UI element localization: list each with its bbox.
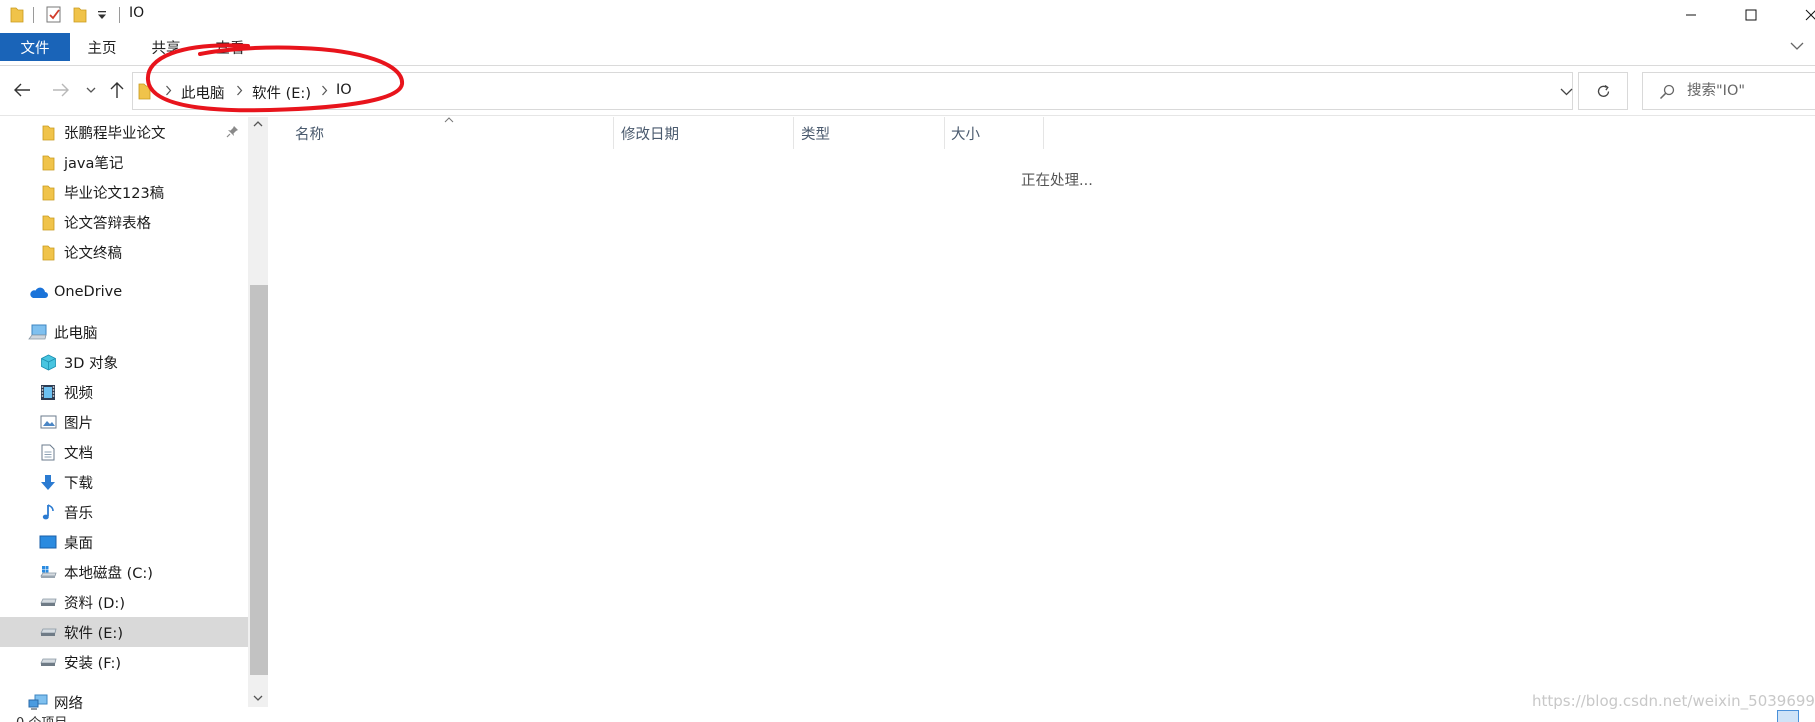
nav-item-quick-access-1[interactable]: java笔记 <box>0 147 248 177</box>
title-bar: IO <box>0 0 1815 30</box>
nav-item-desktop[interactable]: 桌面 <box>0 527 248 557</box>
folder-icon <box>10 6 24 23</box>
desktop-icon <box>38 532 58 552</box>
video-icon <box>38 382 58 402</box>
nav-item-onedrive[interactable]: OneDrive <box>0 277 248 307</box>
music-note-icon <box>38 502 58 522</box>
nav-item-label: 图片 <box>64 415 93 432</box>
nav-item-label: 安装 (F:) <box>64 655 122 672</box>
drive-icon <box>38 622 58 642</box>
cloud-icon <box>28 282 48 302</box>
column-divider[interactable] <box>1043 117 1044 149</box>
forward-arrow-icon[interactable] <box>50 79 72 101</box>
column-divider[interactable] <box>613 117 614 149</box>
recent-locations-icon[interactable] <box>80 79 102 101</box>
folder-icon <box>38 242 58 262</box>
expand-ribbon-icon[interactable] <box>1790 41 1804 51</box>
nav-item-label: OneDrive <box>54 284 123 300</box>
nav-item-label: 论文答辩表格 <box>64 215 151 232</box>
windows-drive-icon <box>38 562 58 582</box>
column-header-name[interactable]: 名称 <box>295 117 324 149</box>
column-divider[interactable] <box>793 117 794 149</box>
title-separator <box>33 7 34 23</box>
picture-icon <box>38 412 58 432</box>
close-button[interactable] <box>1783 0 1815 30</box>
nav-item-label: 此电脑 <box>54 325 98 342</box>
nav-item-3d-objects[interactable]: 3D 对象 <box>0 347 248 377</box>
nav-item-pictures[interactable]: 图片 <box>0 407 248 437</box>
nav-item-quick-access-4[interactable]: 论文终稿 <box>0 237 248 267</box>
details-view-button[interactable] <box>1777 710 1799 722</box>
column-header-type[interactable]: 类型 <box>801 117 830 149</box>
network-icon <box>28 692 48 712</box>
nav-item-label: 张鹏程毕业论文 <box>64 125 166 142</box>
nav-item-drive-d[interactable]: 资料 (D:) <box>0 587 248 617</box>
drive-icon <box>38 652 58 672</box>
nav-item-this-pc[interactable]: 此电脑 <box>0 317 248 347</box>
watermark: https://blog.csdn.net/weixin_50396997 <box>1532 692 1815 710</box>
search-icon <box>1659 84 1675 100</box>
nav-item-drive-e[interactable]: 软件 (E:) <box>0 617 248 647</box>
maximize-button[interactable] <box>1723 0 1779 30</box>
title-separator <box>119 7 120 23</box>
nav-item-label: 3D 对象 <box>64 355 118 372</box>
red-annotation-circle <box>145 43 404 113</box>
drive-icon <box>38 592 58 612</box>
properties-icon[interactable] <box>46 6 62 23</box>
column-divider[interactable] <box>944 117 945 149</box>
search-input[interactable] <box>1687 73 1815 109</box>
nav-item-label: java笔记 <box>64 155 124 172</box>
search-box[interactable] <box>1642 72 1815 110</box>
nav-item-label: 文档 <box>64 445 93 462</box>
nav-item-label: 视频 <box>64 385 93 402</box>
nav-item-quick-access-0[interactable]: 张鹏程毕业论文 <box>0 117 248 147</box>
nav-item-label: 资料 (D:) <box>64 595 125 612</box>
nav-item-videos[interactable]: 视频 <box>0 377 248 407</box>
minimize-button[interactable] <box>1663 0 1719 30</box>
status-item-count: 0 个项目 <box>16 712 67 722</box>
file-list: 名称 修改日期 类型 大小 正在处理... <box>270 117 1815 722</box>
nav-item-label: 软件 (E:) <box>64 625 123 642</box>
nav-item-quick-access-2[interactable]: 毕业论文123稿 <box>0 177 248 207</box>
folder-icon <box>38 182 58 202</box>
nav-item-label: 下载 <box>64 475 93 492</box>
nav-item-label: 网络 <box>54 695 83 712</box>
sort-ascending-icon <box>444 117 454 123</box>
address-history-chevron-icon[interactable] <box>1560 87 1573 96</box>
nav-scroll-thumb[interactable] <box>250 285 268 675</box>
nav-item-label: 桌面 <box>64 535 93 552</box>
tab-file[interactable]: 文件 <box>0 33 70 61</box>
back-arrow-icon[interactable] <box>11 79 33 101</box>
window-title: IO <box>129 5 145 21</box>
nav-item-drive-f[interactable]: 安装 (F:) <box>0 647 248 677</box>
nav-item-documents[interactable]: 文档 <box>0 437 248 467</box>
scroll-down-icon[interactable] <box>253 695 263 702</box>
column-header-size[interactable]: 大小 <box>951 117 980 149</box>
nav-item-drive-c[interactable]: 本地磁盘 (C:) <box>0 557 248 587</box>
computer-icon <box>28 322 48 342</box>
refresh-button[interactable] <box>1578 72 1628 110</box>
navigation-pane: 张鹏程毕业论文 java笔记 毕业论文123稿 论文答辩表格 论文终稿 OneD… <box>0 117 248 722</box>
tab-home[interactable]: 主页 <box>80 33 124 61</box>
refresh-icon <box>1596 84 1611 99</box>
scroll-up-icon[interactable] <box>253 120 263 127</box>
folder-icon <box>38 152 58 172</box>
document-icon <box>38 442 58 462</box>
nav-item-label: 论文终稿 <box>64 245 122 262</box>
processing-message: 正在处理... <box>1021 173 1093 189</box>
folder-icon <box>38 122 58 142</box>
customize-toolbar-dropdown-icon[interactable] <box>97 11 107 20</box>
folder-icon <box>38 212 58 232</box>
nav-item-label: 毕业论文123稿 <box>64 185 165 202</box>
download-arrow-icon <box>38 472 58 492</box>
nav-item-quick-access-3[interactable]: 论文答辩表格 <box>0 207 248 237</box>
nav-item-label: 音乐 <box>64 505 93 522</box>
cube-3d-icon <box>38 352 58 372</box>
new-folder-icon[interactable] <box>73 6 87 23</box>
column-header-date-modified[interactable]: 修改日期 <box>621 117 679 149</box>
nav-item-downloads[interactable]: 下载 <box>0 467 248 497</box>
nav-item-label: 本地磁盘 (C:) <box>64 565 153 582</box>
nav-item-music[interactable]: 音乐 <box>0 497 248 527</box>
up-arrow-icon[interactable] <box>106 79 128 101</box>
